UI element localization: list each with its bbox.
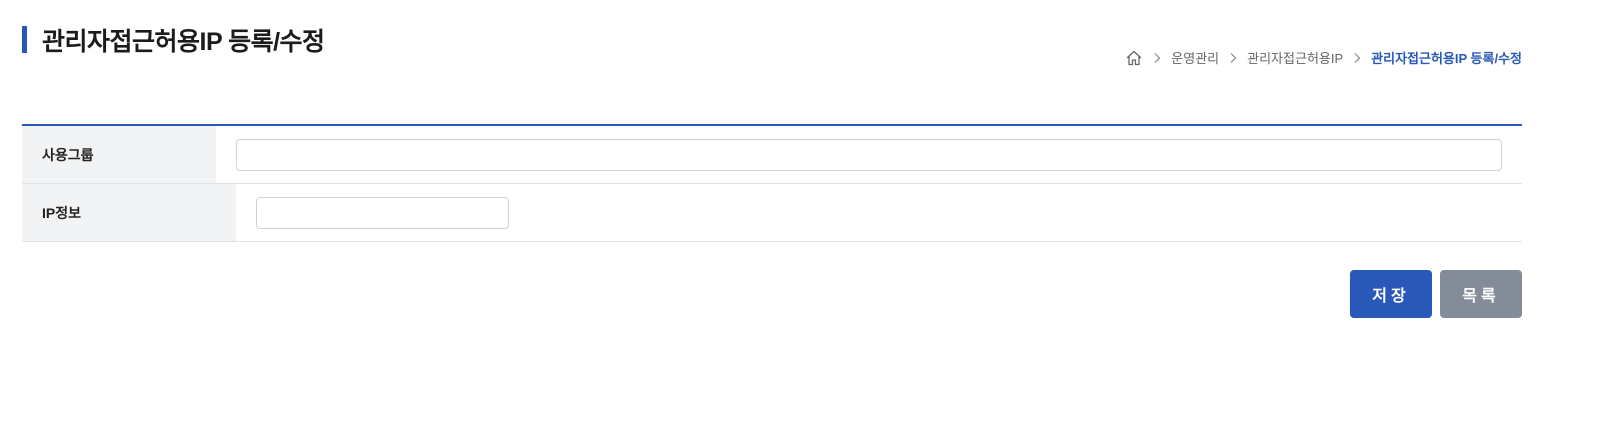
action-buttons: 저장 목록 [1350,270,1522,318]
list-button[interactable]: 목록 [1440,270,1522,318]
breadcrumb-item-operation[interactable]: 운영관리 [1171,48,1219,67]
form-row-ip-info: IP정보 [22,184,1522,242]
form-row-user-group: 사용그룹 [22,126,1522,184]
page-title: 관리자접근허용IP 등록/수정 [42,28,325,56]
save-button[interactable]: 저장 [1350,270,1432,318]
user-group-label: 사용그룹 [22,126,216,183]
breadcrumb-item-allowed-ip[interactable]: 관리자접근허용IP [1247,48,1343,67]
ip-info-label: IP정보 [22,184,236,241]
breadcrumb: 운영관리 관리자접근허용IP 관리자접근허용IP 등록/수정 [1125,48,1522,67]
chevron-right-icon [1225,50,1241,66]
ip-info-input[interactable] [256,196,509,229]
home-icon[interactable] [1125,49,1143,67]
user-group-cell [216,126,1522,183]
form-table: 사용그룹 IP정보 [22,124,1522,242]
chevron-right-icon [1349,50,1365,66]
breadcrumb-item-current: 관리자접근허용IP 등록/수정 [1371,51,1522,66]
ip-info-cell [236,184,1522,241]
title-accent-bar [22,26,27,53]
user-group-input[interactable] [236,138,1502,171]
chevron-right-icon [1149,50,1165,66]
page: 관리자접근허용IP 등록/수정 운영관리 관리자접근허용IP 관리자접근허용IP… [0,0,1614,424]
